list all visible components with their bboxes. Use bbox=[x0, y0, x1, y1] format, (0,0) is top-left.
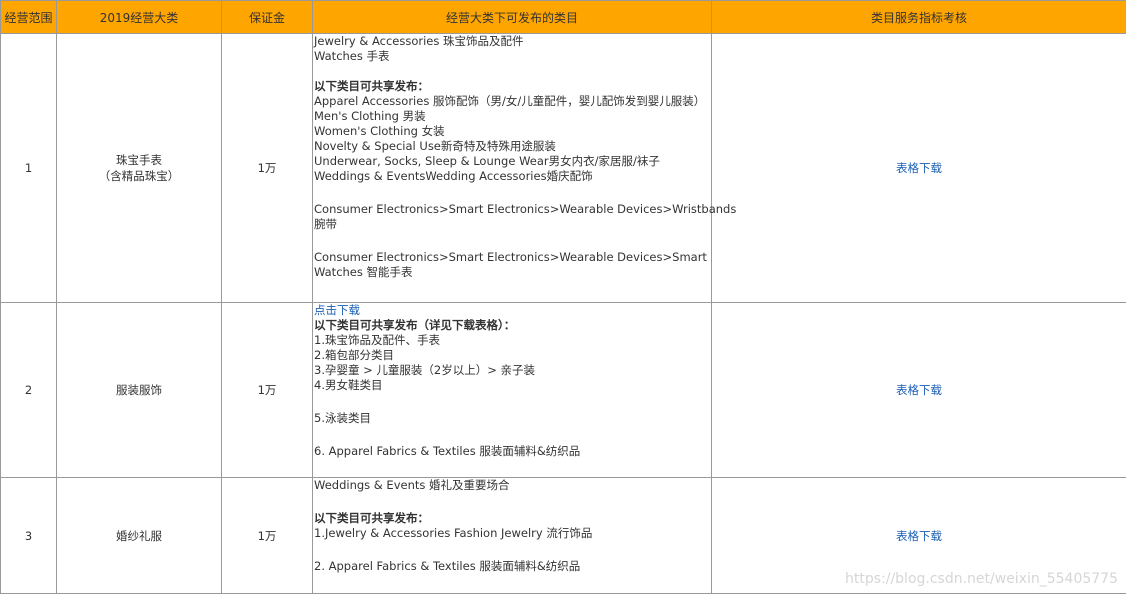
category-line: 腕带 bbox=[314, 217, 337, 231]
category-line: 1.珠宝饰品及配件、手表 bbox=[314, 333, 440, 347]
category-line: 2.箱包部分类目 bbox=[314, 348, 394, 362]
category-line: 1.Jewelry & Accessories Fashion Jewelry … bbox=[314, 526, 593, 540]
category-line: Watches 手表 bbox=[314, 49, 390, 63]
category-line: 5.泳装类目 bbox=[314, 411, 371, 425]
publishable-categories-cell: Weddings & Events 婚礼及重要场合 以下类目可共享发布： 1.J… bbox=[312, 477, 712, 594]
category-name: 珠宝手表 bbox=[116, 153, 162, 167]
category-line: Novelty & Special Use新奇特及特殊用途服装 bbox=[314, 139, 556, 153]
category-line: Jewelry & Accessories 珠宝饰品及配件 bbox=[314, 34, 524, 48]
table-row: 1 珠宝手表 （含精品珠宝） 1万 Jewelry & Accessories … bbox=[0, 33, 1126, 303]
category-line: 6. Apparel Fabrics & Textiles 服装面辅料&纺织品 bbox=[314, 444, 581, 458]
deposit-cell: 1万 bbox=[221, 477, 313, 594]
category-line: Weddings & EventsWedding Accessories婚庆配饰 bbox=[314, 169, 593, 183]
table-row: 2 服装服饰 1万 点击下载 以下类目可共享发布（详见下载表格）： 1.珠宝饰品… bbox=[0, 302, 1126, 478]
category-line: Women's Clothing 女装 bbox=[314, 124, 445, 138]
download-table-link[interactable]: 表格下载 bbox=[896, 529, 942, 543]
header-publishable-categories: 经营大类下可发布的类目 bbox=[312, 0, 712, 34]
category-name: 婚纱礼服 bbox=[56, 477, 222, 594]
header-category: 2019经营大类 bbox=[56, 0, 222, 34]
shared-heading: 以下类目可共享发布（详见下载表格）： bbox=[314, 318, 516, 332]
metrics-cell: 表格下载 bbox=[711, 33, 1126, 303]
category-line: 2. Apparel Fabrics & Textiles 服装面辅料&纺织品 bbox=[314, 559, 581, 573]
deposit-cell: 1万 bbox=[221, 33, 313, 303]
category-line: Weddings & Events 婚礼及重要场合 bbox=[314, 478, 510, 492]
header-scope: 经营范围 bbox=[0, 0, 57, 34]
row-number: 1 bbox=[0, 33, 57, 303]
category-line: Men's Clothing 男装 bbox=[314, 109, 426, 123]
category-line: Watches 智能手表 bbox=[314, 265, 413, 279]
category-cell: 珠宝手表 （含精品珠宝） bbox=[56, 33, 222, 303]
shared-heading: 以下类目可共享发布： bbox=[314, 511, 429, 525]
row-number: 3 bbox=[0, 477, 57, 594]
category-line: Consumer Electronics>Smart Electronics>W… bbox=[314, 202, 737, 216]
table-header-row: 经营范围 2019经营大类 保证金 经营大类下可发布的类目 类目服务指标考核 bbox=[0, 0, 1126, 34]
category-note: （含精品珠宝） bbox=[98, 169, 180, 183]
category-line: 3.孕婴童 > 儿童服装（2岁以上）> 亲子装 bbox=[314, 363, 536, 377]
category-line: Apparel Accessories 服饰配饰（男/女/儿童配件，婴儿配饰发到… bbox=[314, 94, 706, 108]
category-name: 服装服饰 bbox=[56, 302, 222, 478]
category-table: 经营范围 2019经营大类 保证金 经营大类下可发布的类目 类目服务指标考核 1… bbox=[0, 0, 1126, 594]
category-line: 4.男女鞋类目 bbox=[314, 378, 383, 392]
header-deposit: 保证金 bbox=[221, 0, 313, 34]
download-table-link[interactable]: 表格下载 bbox=[896, 383, 942, 397]
publishable-categories-cell: 点击下载 以下类目可共享发布（详见下载表格）： 1.珠宝饰品及配件、手表 2.箱… bbox=[312, 302, 712, 478]
watermark: https://blog.csdn.net/weixin_55405775 bbox=[844, 571, 1118, 587]
deposit-cell: 1万 bbox=[221, 302, 313, 478]
header-service-metrics: 类目服务指标考核 bbox=[711, 0, 1126, 34]
publishable-categories-cell: Jewelry & Accessories 珠宝饰品及配件 Watches 手表… bbox=[312, 33, 737, 303]
click-download-link[interactable]: 点击下载 bbox=[314, 303, 360, 317]
row-number: 2 bbox=[0, 302, 57, 478]
metrics-cell: 表格下载 bbox=[711, 302, 1126, 478]
category-line: Underwear, Socks, Sleep & Lounge Wear男女内… bbox=[314, 154, 660, 168]
shared-heading: 以下类目可共享发布： bbox=[314, 79, 429, 93]
category-line: Consumer Electronics>Smart Electronics>W… bbox=[314, 250, 707, 264]
download-table-link[interactable]: 表格下载 bbox=[896, 161, 942, 175]
